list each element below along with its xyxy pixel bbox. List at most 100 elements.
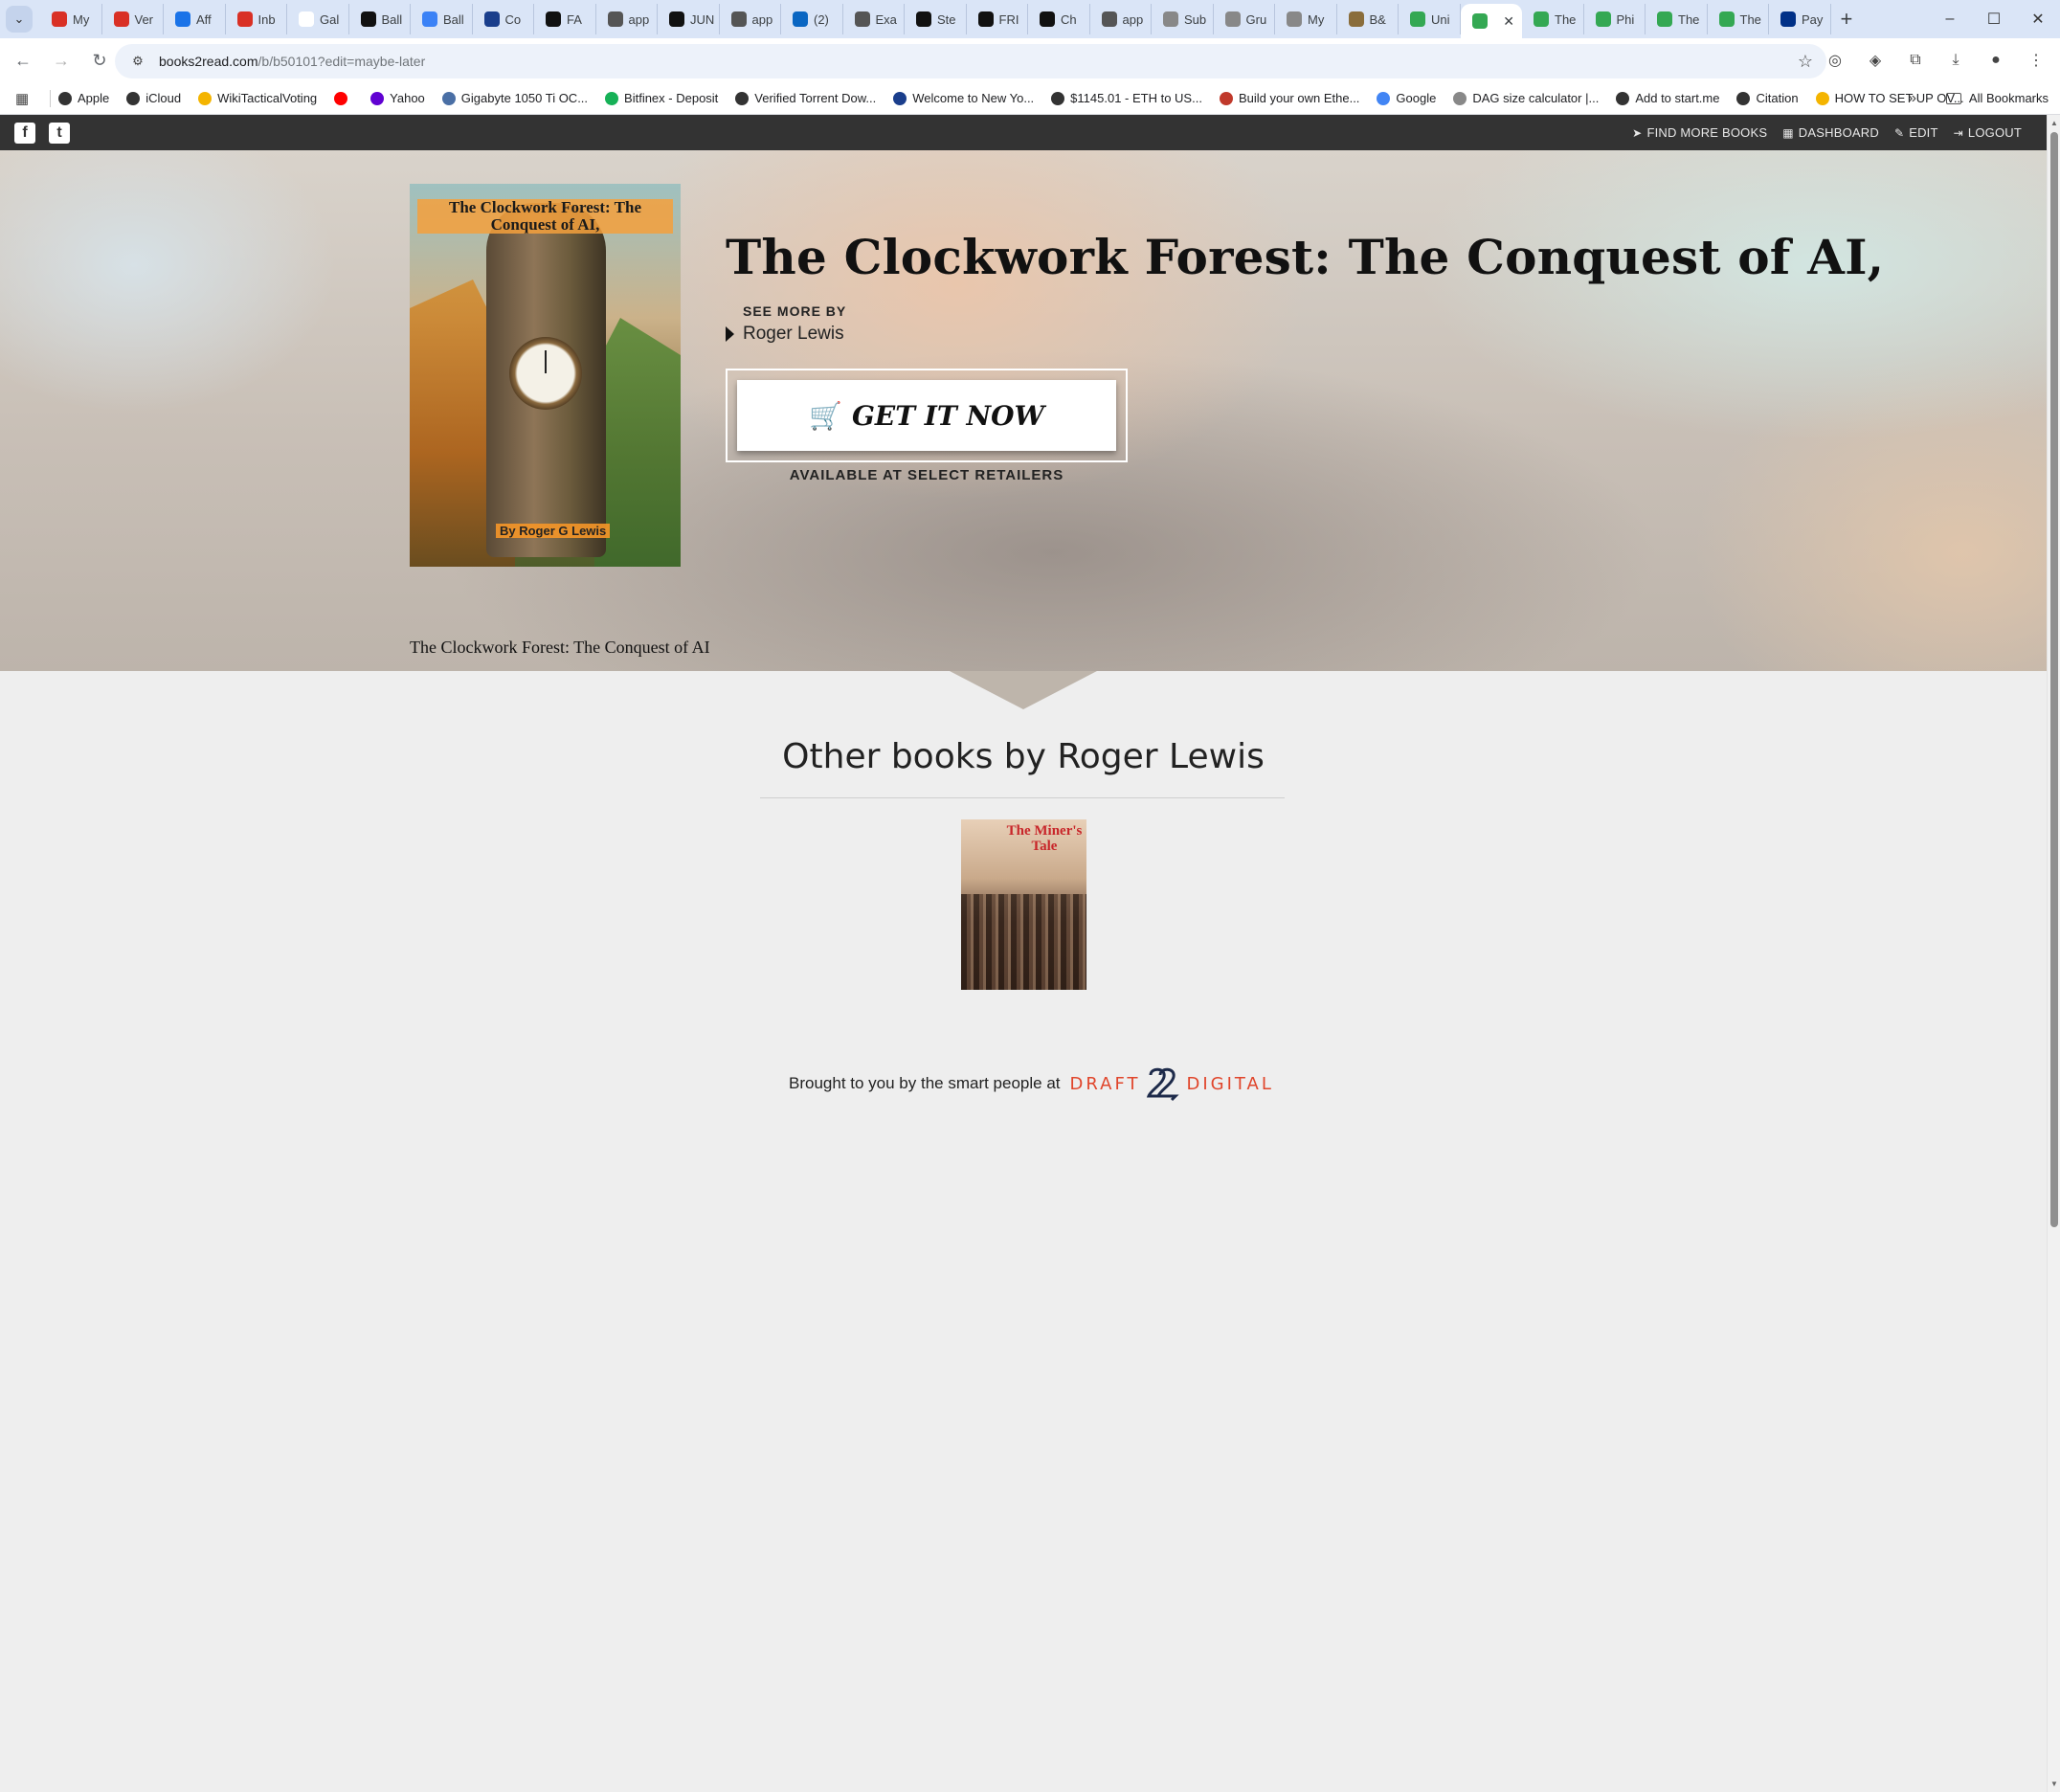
browser-tab[interactable]: (2) [781,4,843,34]
downloads-icon[interactable]: ⤓ [1941,46,1970,75]
bookmark-favicon-icon [1453,91,1467,105]
apps-grid-icon[interactable]: ▦ [15,90,42,107]
browser-tab[interactable]: Ball [411,4,473,34]
browser-tab[interactable]: Ver [102,4,164,34]
bookmark-item[interactable]: Verified Torrent Dow... [735,91,876,105]
site-info-icon[interactable]: ⚙ [126,50,149,73]
bookmark-star-icon[interactable]: ☆ [1798,52,1813,72]
profile-avatar[interactable]: ● [1982,46,2010,75]
logout-link[interactable]: ⇥ LOGOUT [1954,125,2022,140]
tab-favicon-icon [1163,11,1178,27]
tab-favicon-icon [1101,11,1117,27]
tab-label: Co [504,11,522,27]
scroll-down-icon[interactable]: ▼ [2050,1780,2058,1788]
bookmark-item[interactable]: WikiTacticalVoting [198,91,317,105]
extension-icon[interactable]: ◎ [1821,46,1849,75]
browser-tab[interactable]: The [1646,4,1708,34]
folder-icon [1945,92,1961,104]
menu-kebab-icon[interactable]: ⋮ [2022,46,2050,75]
paper-plane-icon: ➤ [1632,125,1643,140]
puzzle-extensions-icon[interactable]: ⧉ [1901,46,1930,75]
draft2digital-logo[interactable]: DRAFT DIGITAL [1070,1065,1274,1102]
scrollbar-thumb[interactable] [2050,132,2058,1227]
browser-tab[interactable]: Inb [226,4,287,34]
logout-icon: ⇥ [1953,125,1963,140]
bookmark-item[interactable] [334,91,353,105]
close-tab-icon[interactable]: ✕ [1503,13,1514,30]
bookmark-item[interactable]: Google [1377,91,1436,105]
other-book-cover[interactable]: The Miner's Tale [961,819,1086,990]
bookmark-item[interactable]: $1145.01 - ETH to US... [1051,91,1202,105]
bookmark-item[interactable]: iCloud [126,91,181,105]
browser-tab[interactable]: Co [473,4,534,34]
browser-tab[interactable]: Exa [843,4,905,34]
cover-clock-face [509,337,582,410]
author-link[interactable]: Roger Lewis [726,324,844,345]
browser-tab[interactable]: My [1275,4,1337,34]
bookmark-item[interactable]: Yahoo [370,91,425,105]
browser-tab[interactable]: app [1090,4,1152,34]
bookmark-item[interactable]: DAG size calculator |... [1453,91,1599,105]
forward-icon[interactable]: → [46,45,77,76]
browser-tab[interactable]: Pay [1769,4,1831,34]
bookmark-favicon-icon [126,91,141,105]
maximize-icon[interactable]: ☐ [1972,0,2016,38]
browser-tab[interactable]: Gal [287,4,349,34]
tab-label: B& [1369,11,1386,27]
scroll-up-icon[interactable]: ▲ [2050,119,2058,127]
tab-label: Ball [381,11,403,27]
facebook-icon[interactable]: f [14,122,35,144]
browser-tab[interactable]: Ch [1028,4,1090,34]
browser-tab[interactable]: Ball [349,4,411,34]
tab-label: Phi [1616,11,1635,27]
browser-tab[interactable]: FA [534,4,596,34]
bookmark-item[interactable]: HOW TO SET UP OV... [1815,91,1964,105]
browser-tab[interactable]: Ste [905,4,967,34]
tab-favicon-icon [1348,11,1364,27]
browser-tab[interactable]: My [40,4,102,34]
bookmark-label: Build your own Ethe... [1238,91,1360,105]
twitter-icon[interactable]: t [49,122,70,144]
browser-tab[interactable]: Uni [1399,4,1461,34]
browser-tab[interactable]: Gru [1214,4,1275,34]
browser-tab[interactable]: The [1708,4,1769,34]
bookmarks-overflow-icon[interactable]: » [1908,90,1916,107]
bookmark-item[interactable]: Apple [58,91,109,105]
find-more-books-link[interactable]: ➤ FIND MORE BOOKS [1632,125,1767,140]
reload-icon[interactable]: ↻ [84,45,115,76]
browser-tab[interactable]: B& [1337,4,1399,34]
bookmark-item[interactable]: Add to start.me [1616,91,1719,105]
browser-tab[interactable]: Phi [1584,4,1646,34]
browser-tab[interactable]: Aff [164,4,226,34]
bookmark-item[interactable]: Bitfinex - Deposit [605,91,718,105]
close-window-icon[interactable]: ✕ [2016,0,2060,38]
browser-tab[interactable]: app [720,4,781,34]
tab-active[interactable]: ✕ [1460,4,1522,38]
minimize-icon[interactable]: – [1928,0,1972,38]
address-bar[interactable]: ⚙ books2read.com/b/b50101?edit=maybe-lat… [115,44,1826,78]
bookmark-item[interactable]: Gigabyte 1050 Ti OC... [441,91,588,105]
tab-favicon-icon [977,11,994,27]
browser-tab[interactable]: The [1522,4,1584,34]
edit-link[interactable]: ✎ EDIT [1894,125,1938,140]
tab-favicon-icon [360,11,376,27]
bookmark-item[interactable]: Citation [1736,91,1799,105]
all-bookmarks-button[interactable]: All Bookmarks [1945,91,2049,105]
tab-search-button[interactable]: ⌄ [6,6,33,33]
browser-tab[interactable]: JUN [658,4,720,34]
browser-tab[interactable]: app [596,4,658,34]
new-tab-button[interactable]: + [1841,7,1853,32]
browser-tab[interactable]: FRI [967,4,1028,34]
sync-extension-icon[interactable]: ◈ [1861,46,1890,75]
bookmark-item[interactable]: Welcome to New Yo... [893,91,1034,105]
bookmark-favicon-icon [334,91,348,105]
browser-tab[interactable]: Sub [1152,4,1214,34]
bookmark-item[interactable]: Build your own Ethe... [1219,91,1360,105]
dashboard-link[interactable]: ▦ DASHBOARD [1782,125,1879,140]
back-icon[interactable]: ← [8,45,38,76]
tab-favicon-icon [854,11,870,27]
get-it-now-button[interactable]: 🛒 GET IT NOW [737,380,1116,451]
url-text[interactable]: books2read.com/b/b50101?edit=maybe-later [159,54,425,69]
site-header: f t ➤ FIND MORE BOOKS ▦ DASHBOARD ✎ EDIT ⇥ L… [0,115,2047,150]
page-scrollbar[interactable]: ▲ ▼ [2047,115,2060,1792]
